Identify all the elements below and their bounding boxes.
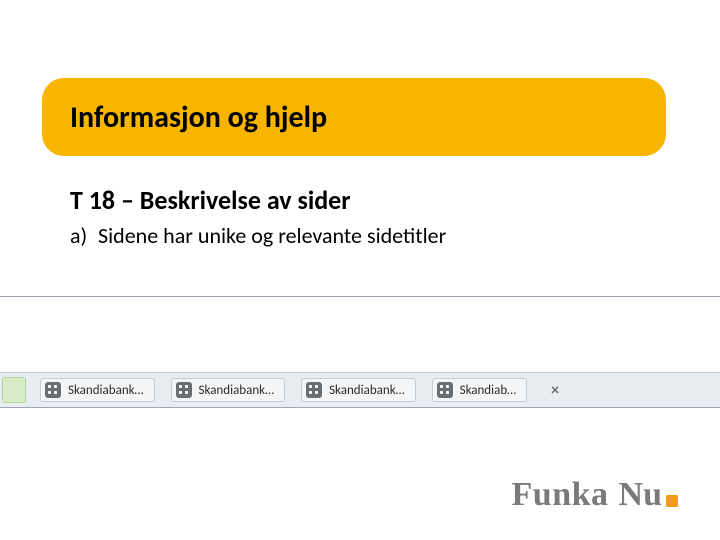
browser-tab[interactable]: Skandiabank… [301, 378, 416, 402]
slide: Informasjon og hjelp T 18 – Beskrivelse … [0, 0, 720, 540]
tab-label: Skandiabank… [199, 383, 275, 398]
logo-word-2: Nu [619, 476, 662, 514]
active-tab-stub[interactable] [2, 377, 26, 403]
browser-tab[interactable]: Skandiabank… [171, 378, 286, 402]
favicon-icon [306, 382, 322, 398]
tab-label: Skandiab… [460, 383, 517, 398]
browser-tab[interactable]: Skandiabank… [40, 378, 155, 402]
close-icon[interactable]: × [551, 381, 559, 400]
logo-word-1: Funka [512, 476, 609, 514]
favicon-icon [45, 382, 61, 398]
bullet-line: a)Sidene har unike og relevante sidetitl… [70, 222, 446, 249]
bullet-marker: a) [70, 222, 98, 249]
subtitle: T 18 – Beskrivelse av sider [70, 184, 351, 216]
logo: Funka Nu [512, 476, 678, 514]
tab-label: Skandiabank… [329, 383, 405, 398]
logo-dot-icon [666, 495, 678, 507]
title-bar: Informasjon og hjelp [42, 78, 666, 156]
browser-tabstrip: Skandiabank… Skandiabank… Skandiabank… S… [0, 372, 720, 407]
tabstrip-screenshot: Skandiabank… Skandiabank… Skandiabank… S… [0, 296, 720, 408]
bullet-text: Sidene har unike og relevante sidetitler [98, 222, 446, 249]
slide-title: Informasjon og hjelp [70, 99, 327, 136]
favicon-icon [176, 382, 192, 398]
tab-label: Skandiabank… [68, 383, 144, 398]
browser-tab[interactable]: Skandiab… [432, 378, 528, 402]
favicon-icon [437, 382, 453, 398]
